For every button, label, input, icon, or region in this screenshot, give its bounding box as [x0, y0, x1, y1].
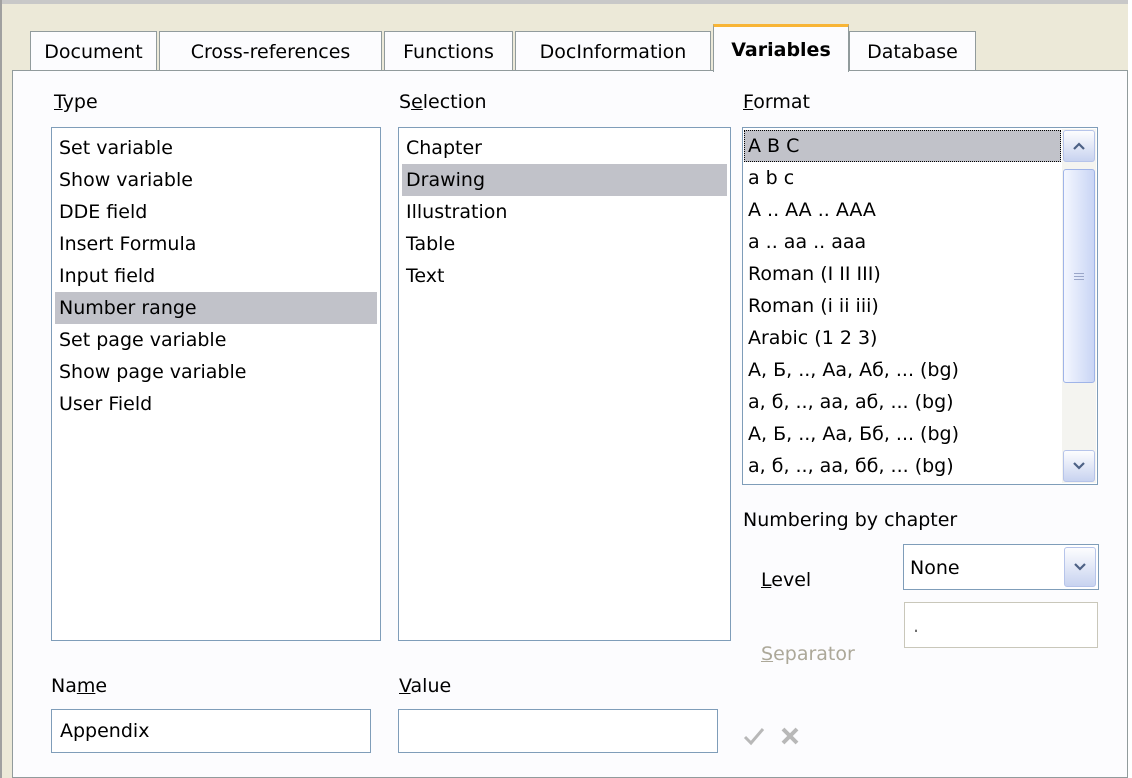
- scroll-up-button[interactable]: [1063, 130, 1095, 162]
- list-item[interactable]: Text: [402, 260, 727, 292]
- scroll-thumb[interactable]: [1063, 169, 1095, 383]
- tab-variables[interactable]: Variables: [713, 24, 849, 72]
- list-item[interactable]: а, б, .., аа, аб, ... (bg): [744, 386, 1061, 418]
- grip-icon: [1074, 272, 1084, 280]
- separator-value: .: [913, 615, 920, 637]
- tab-label: Document: [44, 40, 143, 63]
- list-item[interactable]: a b c: [744, 162, 1061, 194]
- variables-panel: Type Set variable Show variable DDE field I…: [12, 70, 1128, 778]
- selection-label: Selection: [399, 91, 487, 113]
- tab-label: Functions: [403, 40, 494, 63]
- apply-button[interactable]: [739, 721, 769, 751]
- tab-document[interactable]: Document: [30, 31, 157, 71]
- format-scrollbar[interactable]: [1062, 129, 1096, 483]
- selection-list[interactable]: Chapter Drawing Illustration Table Text: [398, 127, 731, 641]
- separator-field: .: [904, 602, 1098, 648]
- level-value: None: [910, 557, 960, 579]
- checkmark-icon: [743, 728, 765, 746]
- name-label: Name: [51, 675, 108, 697]
- list-item[interactable]: Number range: [55, 292, 377, 324]
- tab-database[interactable]: Database: [849, 31, 976, 71]
- frame-top-edge: [0, 0, 1132, 4]
- dropdown-button[interactable]: [1064, 547, 1096, 587]
- dialog-frame: Document Cross-references Functions DocI…: [0, 0, 1132, 778]
- tab-label: DocInformation: [539, 40, 687, 63]
- list-item[interactable]: A B C: [744, 130, 1061, 162]
- chevron-up-icon: [1073, 142, 1085, 150]
- scroll-down-button[interactable]: [1063, 450, 1095, 482]
- chevron-down-icon: [1073, 462, 1085, 470]
- list-item[interactable]: a .. aa .. aaa: [744, 226, 1061, 258]
- list-item[interactable]: Set page variable: [55, 324, 377, 356]
- value-label: Value: [399, 675, 452, 697]
- list-item[interactable]: Show variable: [55, 164, 377, 196]
- list-item[interactable]: Set variable: [55, 132, 377, 164]
- separator-label: Separator: [761, 643, 855, 665]
- delete-button[interactable]: [775, 721, 805, 751]
- list-item[interactable]: Input field: [55, 260, 377, 292]
- list-item[interactable]: Show page variable: [55, 356, 377, 388]
- list-item[interactable]: Illustration: [402, 196, 727, 228]
- frame-left-edge: [0, 0, 2, 778]
- list-item[interactable]: DDE field: [55, 196, 377, 228]
- level-label: Level: [761, 569, 812, 591]
- list-item[interactable]: Table: [402, 228, 727, 260]
- list-item[interactable]: А, Б, .., Аа, Бб, ... (bg): [744, 418, 1061, 450]
- tab-cross-references[interactable]: Cross-references: [159, 31, 382, 71]
- list-item[interactable]: А, Б, .., Аа, Аб, ... (bg): [744, 354, 1061, 386]
- x-icon: [781, 727, 799, 745]
- list-item[interactable]: Insert Formula: [55, 228, 377, 260]
- tab-functions[interactable]: Functions: [384, 31, 513, 71]
- tab-label: Variables: [731, 38, 831, 61]
- level-select[interactable]: None: [903, 544, 1099, 590]
- tab-docinformation[interactable]: DocInformation: [515, 31, 711, 71]
- list-item[interactable]: Drawing: [402, 164, 727, 196]
- list-item[interactable]: а, б, .., аа, бб, ... (bg): [744, 450, 1061, 482]
- format-list[interactable]: A B Ca b cA .. AA .. AAA a .. aa .. aaa Ro…: [742, 127, 1098, 485]
- list-item[interactable]: Chapter: [402, 132, 727, 164]
- numbering-heading: Numbering by chapter: [743, 509, 958, 531]
- name-value: Appendix: [60, 720, 150, 742]
- list-item[interactable]: Arabic (1 2 3): [744, 322, 1061, 354]
- value-field[interactable]: [398, 709, 718, 753]
- type-label: Type: [54, 91, 98, 113]
- type-list[interactable]: Set variable Show variable DDE field Insert…: [51, 127, 381, 641]
- format-label: Format: [743, 91, 810, 113]
- name-field[interactable]: Appendix: [51, 709, 371, 753]
- list-item[interactable]: A .. AA .. AAA: [744, 194, 1061, 226]
- frame-right-edge: [1128, 0, 1132, 778]
- tab-label: Cross-references: [190, 40, 351, 63]
- list-item[interactable]: Roman (i ii iii): [744, 290, 1061, 322]
- list-item[interactable]: Roman (I II III): [744, 258, 1061, 290]
- list-item[interactable]: User Field: [55, 388, 377, 420]
- tab-label: Database: [867, 40, 958, 63]
- chevron-down-icon: [1074, 563, 1086, 571]
